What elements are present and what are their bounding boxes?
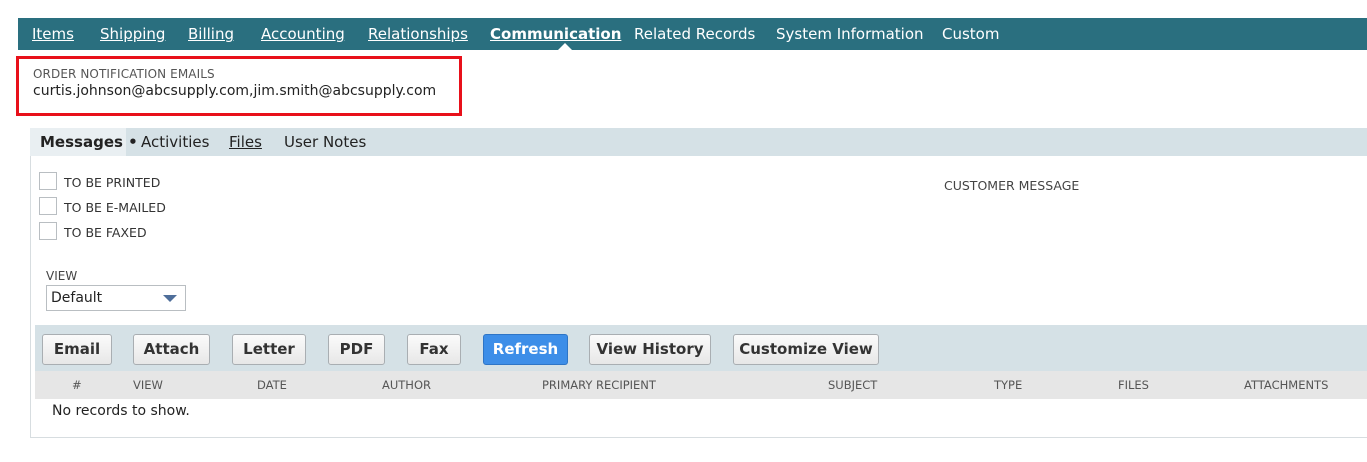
order-notification-label: ORDER NOTIFICATION EMAILS (33, 67, 215, 81)
checkbox-box[interactable] (39, 222, 57, 240)
subtab-messages[interactable]: Messages • (30, 128, 138, 156)
column-header-type[interactable]: TYPE (994, 378, 1022, 392)
tab-label: Custom (942, 25, 1000, 43)
column-header-subject[interactable]: SUBJECT (828, 378, 877, 392)
tab-billing[interactable]: Billing (188, 18, 234, 50)
subtab-label: Files (229, 133, 262, 151)
order-notification-value: curtis.johnson@abcsupply.com,jim.smith@a… (33, 83, 437, 99)
tab-label: Relationships (368, 25, 468, 43)
subtab-bar: Messages • Activities Files User Notes (30, 128, 1367, 156)
tab-label: Accounting (261, 25, 345, 43)
record-tab-bar: Items Shipping Billing Accounting Relati… (18, 18, 1367, 50)
column-header-number[interactable]: # (72, 378, 82, 392)
customize-view-button[interactable]: Customize View (733, 334, 879, 365)
subtab-label: Messages • (40, 133, 138, 151)
checkbox-box[interactable] (39, 172, 57, 190)
subtab-user-notes[interactable]: User Notes (284, 128, 366, 156)
column-header-author[interactable]: AUTHOR (382, 378, 431, 392)
subtab-label: User Notes (284, 133, 367, 151)
table-header (35, 371, 1367, 399)
subtab-files[interactable]: Files (229, 128, 262, 156)
active-tab-caret-icon (558, 43, 572, 50)
letter-button[interactable]: Letter (232, 334, 306, 365)
subtab-activities[interactable]: Activities (141, 128, 209, 156)
view-history-button[interactable]: View History (589, 334, 711, 365)
attach-button[interactable]: Attach (133, 334, 210, 365)
tab-items[interactable]: Items (32, 18, 74, 50)
tab-system-information[interactable]: System Information (776, 18, 924, 50)
checkbox-label: TO BE PRINTED (64, 175, 161, 190)
view-label: VIEW (46, 269, 78, 283)
tab-label: Communication (490, 25, 622, 43)
pdf-button[interactable]: PDF (328, 334, 385, 365)
refresh-button[interactable]: Refresh (483, 334, 568, 365)
tab-label: Billing (188, 25, 234, 43)
tab-label: Related Records (634, 25, 756, 43)
tab-label: Shipping (100, 25, 166, 43)
tab-custom[interactable]: Custom (942, 18, 999, 50)
tab-shipping[interactable]: Shipping (100, 18, 165, 50)
column-header-attachments[interactable]: ATTACHMENTS (1244, 378, 1328, 392)
tab-accounting[interactable]: Accounting (261, 18, 345, 50)
tab-related-records[interactable]: Related Records (634, 18, 755, 50)
fax-button[interactable]: Fax (407, 334, 461, 365)
checkbox-label: TO BE E-MAILED (64, 200, 166, 215)
checkbox-box[interactable] (39, 197, 57, 215)
tab-label: System Information (776, 25, 924, 43)
email-button[interactable]: Email (42, 334, 112, 365)
view-selected-value: Default (51, 290, 103, 306)
customer-message-label: CUSTOMER MESSAGE (944, 178, 1080, 193)
column-header-primary-recipient[interactable]: PRIMARY RECIPIENT (542, 378, 656, 392)
column-header-view[interactable]: VIEW (133, 378, 163, 392)
column-header-date[interactable]: DATE (257, 378, 287, 392)
view-select[interactable]: Default (46, 285, 186, 311)
column-header-files[interactable]: FILES (1118, 378, 1149, 392)
dropdown-arrow-icon[interactable] (163, 295, 177, 302)
subtab-label: Activities (141, 133, 210, 151)
tab-communication[interactable]: Communication (490, 18, 621, 50)
checkbox-label: TO BE FAXED (64, 225, 147, 240)
tab-label: Items (32, 25, 74, 43)
tab-relationships[interactable]: Relationships (368, 18, 468, 50)
empty-table-message: No records to show. (52, 403, 190, 419)
